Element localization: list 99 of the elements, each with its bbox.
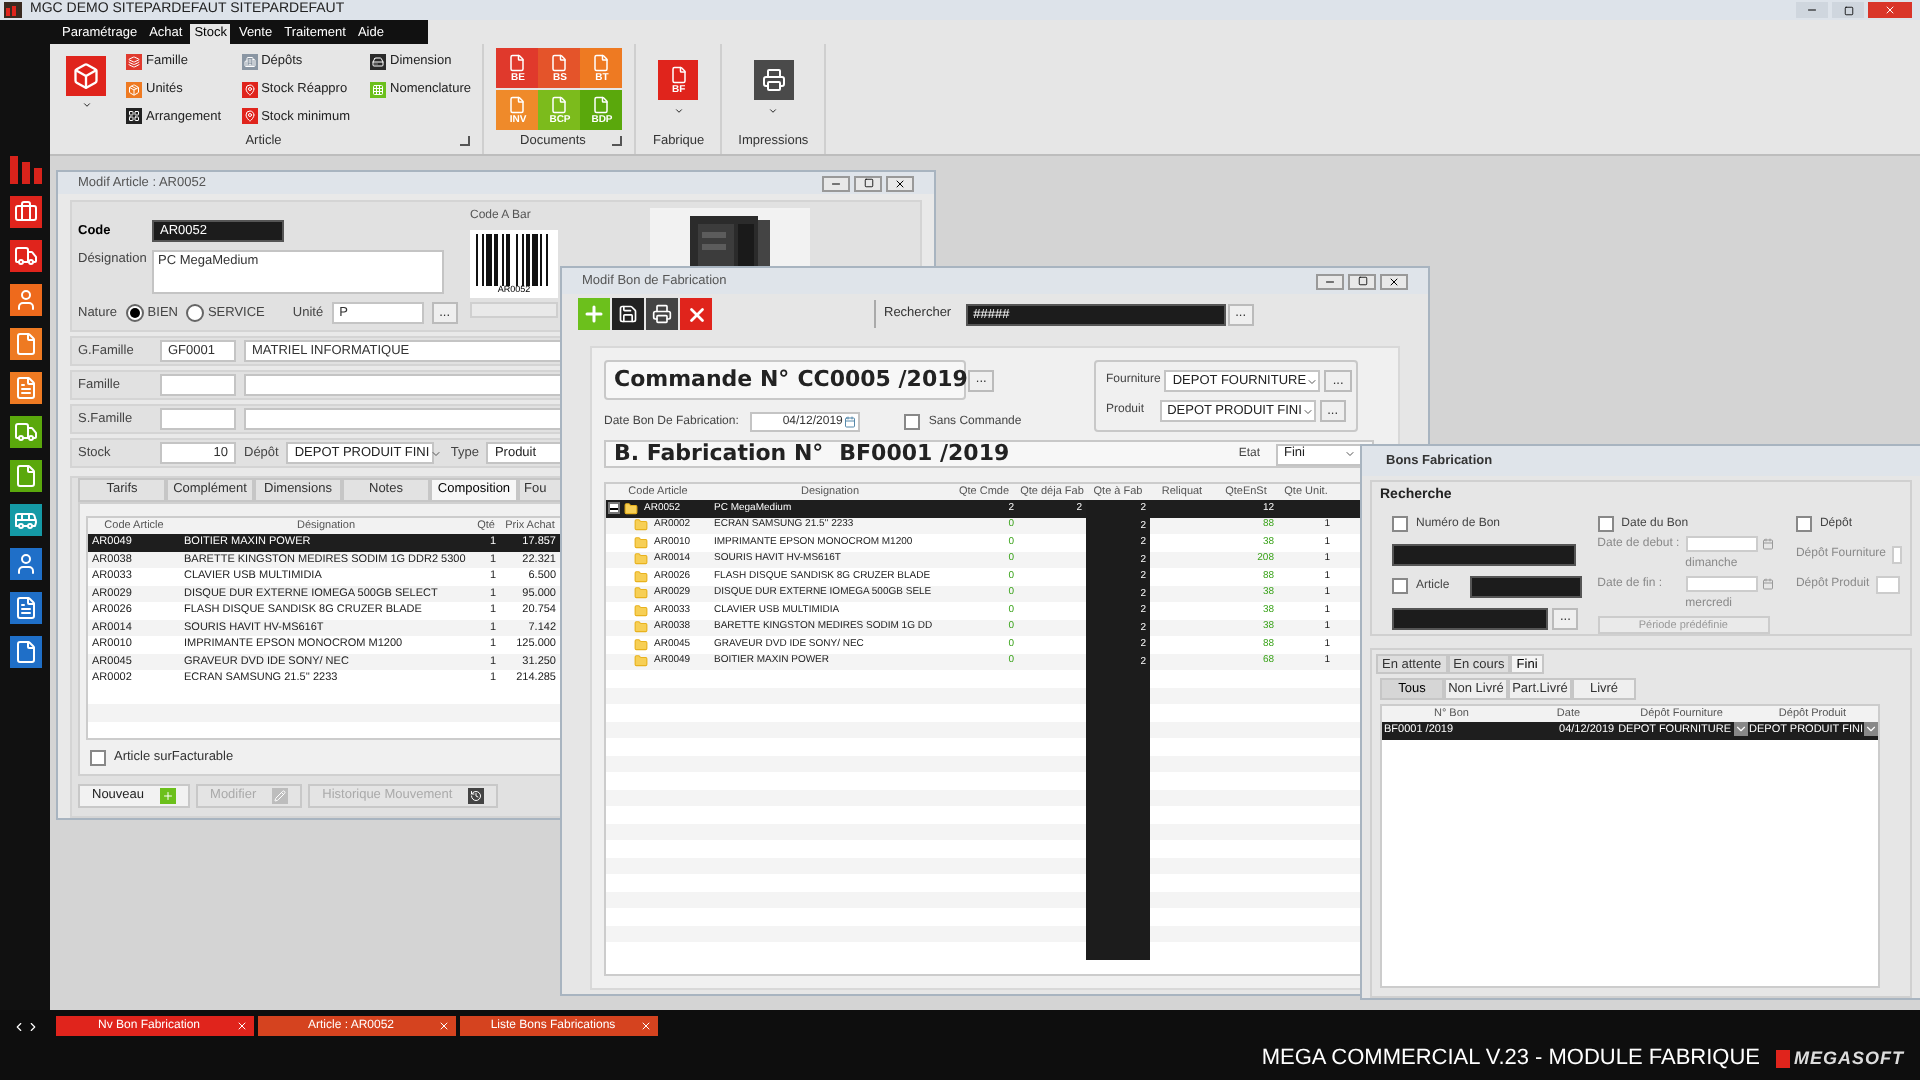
caret-icon [429,447,442,460]
building-icon [241,53,258,70]
save-button[interactable] [612,298,644,330]
dropdown-button[interactable] [1864,722,1878,737]
input-field[interactable] [1392,543,1576,565]
minus-icon [1806,4,1818,16]
field-label: B. Fabrication N° [614,437,824,470]
square-icon [863,178,873,189]
document-icon[interactable] [9,636,41,668]
minimize-button[interactable] [1316,273,1344,289]
document-icon[interactable] [9,372,41,404]
caret-icon [1344,448,1356,460]
close-icon[interactable] [438,1020,450,1032]
document-icon [669,65,688,83]
drive-icon [370,53,387,70]
close-icon [1884,4,1896,16]
radio-button[interactable] [185,304,204,323]
product-name: MEGA COMMERCIAL V.23 - MODULE FABRIQUE [1261,1044,1760,1075]
printer-icon[interactable] [753,60,794,100]
logo-icon [9,156,41,184]
close-icon [685,303,707,325]
person-icon[interactable] [9,284,41,316]
document-icon[interactable] [9,328,41,360]
caret-icon[interactable] [768,106,779,116]
dropdown-button[interactable] [1733,722,1748,737]
bus-icon[interactable] [9,504,41,536]
fabrication-number: BF0001 /2019 [839,437,1010,470]
document-icon [508,53,527,71]
checkbox[interactable] [1795,516,1812,532]
grid-icon [126,108,142,125]
date-field[interactable] [1685,576,1758,592]
input-field[interactable] [1392,607,1548,629]
caret-icon[interactable] [81,100,91,110]
plus-icon [160,788,177,804]
calendar-icon [844,416,857,428]
truck-icon[interactable] [9,240,41,272]
caret-icon[interactable] [673,106,684,116]
square-icon [1357,276,1367,286]
expand-icon[interactable] [612,136,623,147]
package-icon [126,81,142,98]
square-icon [1843,5,1853,15]
document-icon [592,95,611,113]
scroll-left-icon[interactable] [12,1019,26,1033]
document-icon[interactable] [9,592,41,624]
calendar-icon [1761,538,1774,550]
plus-icon [582,302,606,326]
document-icon [550,53,569,71]
pin-icon [241,81,258,98]
document-icon [592,53,611,71]
close-icon [1388,275,1400,287]
clock-icon [468,788,485,804]
delete-button[interactable] [680,298,712,330]
minus-icon [830,177,842,190]
input-field[interactable] [160,374,236,397]
maximize-button[interactable] [1348,273,1376,289]
order-number: CC0005 /2019 [797,363,968,396]
cube-icon[interactable] [66,56,106,96]
caret-icon [1301,405,1314,417]
checkbox[interactable] [904,414,921,430]
minus-icon [1324,275,1336,287]
close-icon[interactable] [236,1020,248,1032]
checkbox[interactable] [90,750,106,767]
logo: MEGASOFT [1776,1045,1904,1073]
document-icon[interactable] [9,460,41,492]
maximize-button[interactable] [854,175,882,192]
grid-icon [370,81,387,98]
save-icon [618,304,638,324]
caret-icon [1306,375,1319,387]
briefcase-icon[interactable] [9,196,41,228]
pin-icon [241,108,258,125]
field-label: Commande N° [614,363,790,396]
print-button[interactable] [646,298,678,330]
close-button[interactable] [886,175,914,192]
date-field[interactable] [1685,536,1758,552]
checkbox[interactable] [1392,516,1408,532]
radio-button[interactable] [125,304,144,323]
collapse-icon[interactable] [608,502,620,515]
document-icon [508,95,527,113]
app-icon [4,2,22,18]
checkbox[interactable] [1597,516,1614,532]
pencil-icon [272,788,289,804]
close-icon [894,177,906,190]
layers-icon [126,53,142,70]
checkbox[interactable] [1392,578,1408,594]
minimize-button[interactable] [822,175,850,192]
barcode-drawing [476,234,552,286]
scroll-right-icon[interactable] [26,1019,40,1033]
printer-icon [652,304,672,324]
input-field[interactable] [1469,575,1582,597]
minimize-button[interactable] [1796,2,1828,18]
close-icon[interactable] [640,1020,652,1032]
close-button[interactable] [1380,273,1408,289]
expand-icon[interactable] [460,136,471,147]
person-icon[interactable] [9,548,41,580]
document-icon [550,95,569,113]
truck-icon[interactable] [9,416,41,448]
maximize-button[interactable] [1832,2,1864,18]
input-field[interactable] [160,408,236,431]
calendar-icon [1761,578,1774,590]
